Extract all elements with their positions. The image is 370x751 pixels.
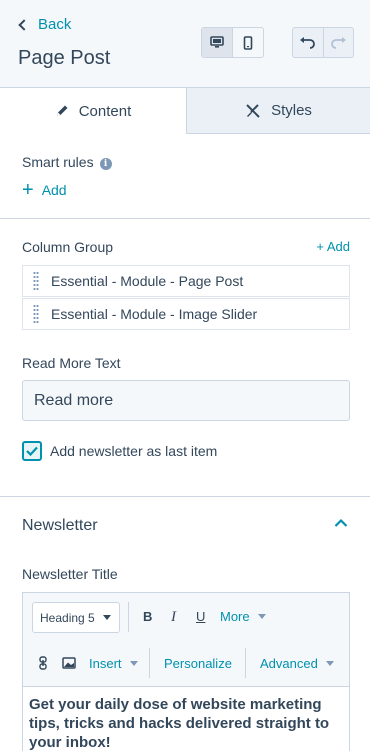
checkmark-icon bbox=[26, 446, 38, 456]
column-group-item-label: Essential - Module - Image Slider bbox=[51, 306, 258, 322]
newsletter-checkbox-row[interactable]: Add newsletter as last item bbox=[22, 441, 217, 461]
page-title: Page Post bbox=[18, 47, 111, 69]
chevron-down-icon bbox=[325, 661, 334, 666]
tab-styles[interactable]: Styles bbox=[187, 88, 370, 134]
more-menu[interactable]: More bbox=[220, 609, 266, 624]
chevron-down-icon bbox=[257, 614, 266, 619]
drag-handle-icon[interactable] bbox=[33, 271, 39, 291]
editor-tabs: Content Styles bbox=[0, 87, 370, 134]
tab-styles-label: Styles bbox=[271, 102, 312, 119]
drag-handle-icon[interactable] bbox=[33, 304, 39, 324]
undo-icon bbox=[299, 36, 315, 49]
divider bbox=[0, 218, 370, 219]
bold-button[interactable]: B bbox=[143, 609, 152, 624]
image-icon[interactable] bbox=[62, 657, 76, 669]
read-more-input[interactable]: Read more bbox=[22, 380, 350, 421]
column-group-label: Column Group bbox=[22, 239, 114, 255]
column-group-item[interactable]: Essential - Module - Image Slider bbox=[22, 298, 350, 330]
desktop-preview-button[interactable] bbox=[202, 28, 233, 57]
mobile-icon bbox=[243, 35, 253, 50]
insert-menu-label: Insert bbox=[89, 656, 122, 671]
content-panel: Smart rules i + Add Column Group + Add Es… bbox=[0, 134, 370, 751]
column-group-item[interactable]: Essential - Module - Page Post bbox=[22, 265, 350, 297]
chevron-up-icon[interactable] bbox=[334, 518, 348, 528]
newsletter-section-title: Newsletter bbox=[22, 517, 98, 534]
mobile-preview-button[interactable] bbox=[233, 28, 263, 57]
redo-icon bbox=[331, 36, 347, 49]
newsletter-title-label: Newsletter Title bbox=[22, 566, 118, 582]
more-menu-label: More bbox=[220, 609, 250, 624]
smart-rules-label: Smart rules i bbox=[22, 154, 112, 170]
smart-rules-text: Smart rules bbox=[22, 154, 94, 170]
redo-button[interactable] bbox=[324, 28, 354, 57]
toolbar-separator bbox=[149, 648, 150, 678]
insert-menu[interactable]: Insert bbox=[89, 656, 138, 671]
add-smart-rule-button[interactable]: + Add bbox=[22, 180, 67, 200]
editor-header: Back Page Post bbox=[0, 0, 370, 87]
italic-button[interactable]: I bbox=[171, 609, 176, 626]
link-icon[interactable] bbox=[39, 656, 47, 670]
device-preview-toggle bbox=[201, 27, 264, 58]
pencil-icon bbox=[56, 105, 68, 116]
advanced-menu-label: Advanced bbox=[260, 656, 318, 671]
personalize-button[interactable]: Personalize bbox=[164, 656, 232, 671]
read-more-label: Read More Text bbox=[22, 355, 121, 371]
tab-content[interactable]: Content bbox=[0, 88, 187, 134]
info-icon[interactable]: i bbox=[99, 158, 112, 170]
add-smart-rule-label: Add bbox=[41, 182, 67, 198]
desktop-icon bbox=[210, 36, 224, 48]
column-group-item-label: Essential - Module - Page Post bbox=[51, 273, 244, 289]
history-controls bbox=[292, 27, 354, 58]
back-label: Back bbox=[38, 16, 72, 33]
newsletter-checkbox-label: Add newsletter as last item bbox=[50, 443, 218, 459]
plus-icon: + bbox=[22, 179, 34, 201]
chevron-left-icon bbox=[18, 18, 30, 31]
rich-text-editor: Heading 5 B I U More Insert Personalize … bbox=[22, 592, 350, 751]
divider bbox=[0, 496, 370, 497]
chevron-down-icon bbox=[102, 615, 111, 620]
text-style-select[interactable]: Heading 5 bbox=[32, 602, 120, 633]
undo-button[interactable] bbox=[293, 28, 324, 57]
toolbar-separator bbox=[245, 648, 246, 678]
back-link[interactable]: Back bbox=[18, 16, 72, 33]
advanced-menu[interactable]: Advanced bbox=[260, 656, 334, 671]
newsletter-checkbox[interactable] bbox=[22, 441, 42, 461]
toolbar-separator bbox=[128, 602, 129, 632]
text-style-value: Heading 5 bbox=[40, 610, 95, 625]
chevron-down-icon bbox=[129, 661, 138, 666]
add-column-button[interactable]: + Add bbox=[316, 239, 350, 254]
underline-button[interactable]: U bbox=[196, 609, 205, 624]
editor-content[interactable]: Get your daily dose of website marketing… bbox=[23, 686, 349, 751]
brush-icon bbox=[246, 103, 260, 118]
tab-content-label: Content bbox=[78, 102, 132, 120]
